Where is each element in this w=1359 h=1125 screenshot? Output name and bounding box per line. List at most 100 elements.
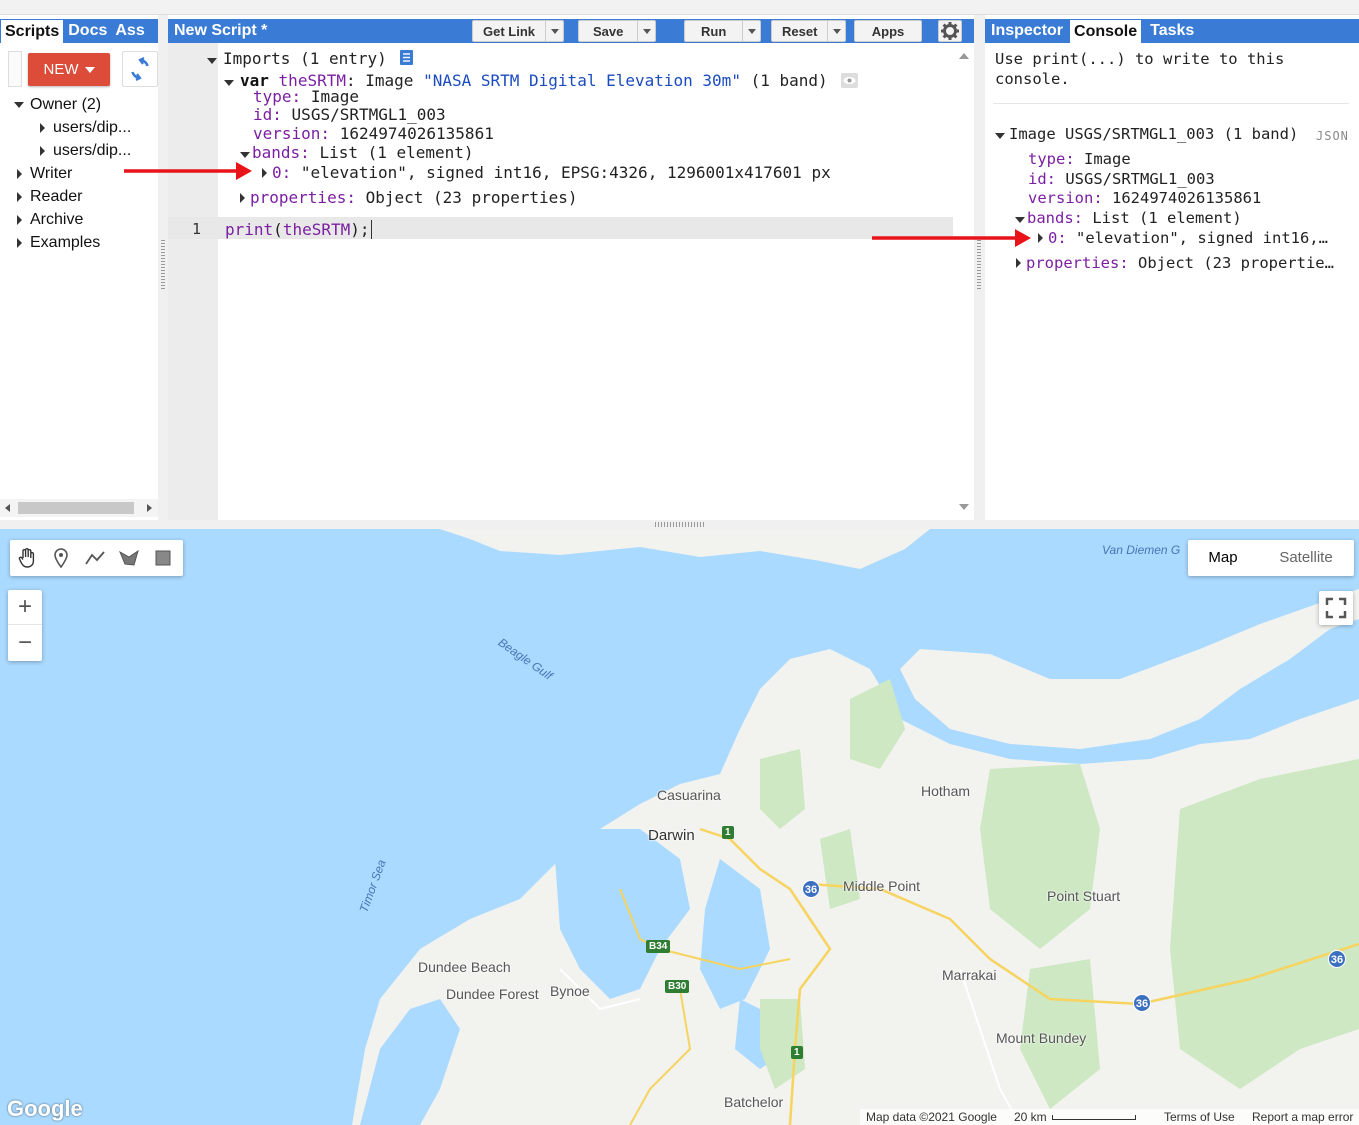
expanded-triangle-icon: [224, 80, 234, 86]
map-splitter[interactable]: [0, 520, 1359, 529]
button-label: Get Link: [483, 23, 536, 39]
scale-label[interactable]: 20 km: [1014, 1109, 1047, 1125]
line-tool[interactable]: [78, 540, 112, 576]
map-data-credit: Map data ©2021 Google: [866, 1110, 997, 1124]
document-icon[interactable]: [400, 50, 414, 65]
save-dropdown[interactable]: [637, 21, 655, 41]
refresh-button[interactable]: [122, 51, 158, 87]
collapsed-triangle-icon: [262, 168, 267, 178]
fullscreen-button[interactable]: [1319, 591, 1353, 625]
gear-icon: [941, 22, 959, 40]
scroll-right-icon[interactable]: [147, 504, 152, 512]
tree-item-examples[interactable]: Examples: [17, 231, 131, 254]
field-value: 1624974026135861: [1112, 189, 1262, 207]
code-line[interactable]: print(theSRTM);: [225, 220, 372, 239]
tab-inspector[interactable]: Inspector: [985, 19, 1069, 43]
zoom-out-button[interactable]: −: [8, 625, 42, 660]
var-band-count: (1 band): [750, 71, 828, 90]
field-key: type:: [1028, 150, 1075, 168]
get-link-button[interactable]: Get Link: [472, 20, 565, 42]
output-properties-row[interactable]: properties: Object (23 propertie…: [1016, 254, 1334, 272]
field-value: "elevation", signed int16,…: [1076, 229, 1328, 247]
get-link-dropdown[interactable]: [545, 21, 563, 41]
field-key: type:: [253, 87, 302, 106]
terms-link[interactable]: Terms of Use: [1164, 1109, 1235, 1125]
eye-icon[interactable]: [841, 73, 859, 88]
rectangle-tool[interactable]: [146, 540, 180, 576]
map-type-satellite[interactable]: Satellite: [1258, 540, 1354, 576]
editor-vertical-scrollbar[interactable]: [953, 43, 974, 520]
scroll-left-icon[interactable]: [5, 504, 10, 512]
caret-down-icon: [550, 28, 559, 34]
code-end: );: [350, 220, 370, 239]
map-view[interactable]: Beagle Gulf Timor Sea Van Diemen G Casua…: [0, 529, 1359, 1125]
google-logo: Google: [7, 1096, 83, 1121]
divider: [993, 103, 1349, 104]
tree-item-writer[interactable]: Writer: [17, 162, 131, 185]
script-tree: Owner (2) users/dip... users/dip... Writ…: [14, 93, 131, 254]
field-value: Image: [310, 87, 359, 106]
import-band0-row[interactable]: 0: "elevation", signed int16, EPSG:4326,…: [262, 163, 831, 182]
scroll-down-icon[interactable]: [959, 504, 969, 510]
output-header[interactable]: Image USGS/SRTMGL1_003 (1 band): [995, 125, 1298, 143]
tree-item-label: Reader: [30, 188, 83, 205]
collapsed-triangle-icon: [17, 191, 22, 202]
run-button[interactable]: Run: [684, 20, 762, 42]
zoom-in-button[interactable]: +: [8, 590, 42, 625]
tree-item-reader[interactable]: Reader: [17, 185, 131, 208]
settings-button[interactable]: [938, 20, 962, 42]
tree-item-repo[interactable]: users/dip...: [40, 139, 131, 162]
run-dropdown[interactable]: [742, 21, 760, 41]
tab-tasks[interactable]: Tasks: [1142, 19, 1202, 43]
save-button[interactable]: Save: [578, 20, 657, 42]
collapsed-triangle-icon: [240, 193, 245, 203]
scroll-up-icon[interactable]: [959, 53, 969, 59]
field-key: bands:: [1027, 209, 1083, 227]
horizontal-scrollbar[interactable]: [0, 499, 158, 517]
zoom-control: + −: [8, 590, 42, 661]
import-properties-row[interactable]: properties: Object (23 properties): [240, 188, 578, 207]
right-splitter[interactable]: [974, 15, 985, 520]
tab-assets[interactable]: Ass: [111, 19, 148, 43]
place-dundee-forest: Dundee Forest: [446, 986, 539, 1002]
hand-icon: [18, 548, 35, 568]
code-editor-panel: New Script * Get Link Save Run Reset App…: [168, 15, 974, 520]
tree-item-owner[interactable]: Owner (2): [14, 93, 131, 116]
script-title[interactable]: New Script *: [174, 19, 267, 43]
reset-button[interactable]: Reset: [771, 20, 847, 42]
json-link[interactable]: JSON: [1316, 129, 1349, 143]
place-mount-bundey: Mount Bundey: [996, 1030, 1087, 1046]
pan-tool[interactable]: [10, 540, 44, 576]
reset-dropdown[interactable]: [827, 21, 845, 41]
caret-down-icon: [747, 28, 756, 34]
grip-icon: [655, 522, 705, 527]
field-key: version:: [1028, 189, 1103, 207]
output-bands-row[interactable]: bands: List (1 element): [1015, 209, 1242, 227]
apps-button[interactable]: Apps: [854, 20, 922, 42]
scale-bar: [1052, 1115, 1136, 1120]
tree-item-repo[interactable]: users/dip...: [40, 116, 131, 139]
polygon-tool[interactable]: [112, 540, 146, 576]
field-value: "elevation", signed int16, EPSG:4326, 12…: [300, 163, 831, 182]
grip-icon: [161, 240, 165, 290]
tree-item-label: Examples: [30, 234, 101, 251]
map-type-map[interactable]: Map: [1188, 540, 1258, 576]
scrollbar-thumb[interactable]: [18, 502, 134, 514]
point-tool[interactable]: [44, 540, 78, 576]
tab-console[interactable]: Console: [1069, 19, 1143, 43]
left-splitter[interactable]: [158, 15, 168, 520]
tab-docs[interactable]: Docs: [64, 19, 111, 43]
collapsed-triangle-icon: [1038, 233, 1043, 243]
imports-header[interactable]: Imports (1 entry): [207, 49, 414, 68]
fullscreen-icon: [1325, 597, 1347, 619]
report-error-link[interactable]: Report a map error: [1252, 1109, 1353, 1125]
import-bands-row[interactable]: bands: List (1 element): [240, 143, 474, 162]
tab-scripts[interactable]: Scripts: [0, 19, 65, 43]
output-band0-row[interactable]: 0: "elevation", signed int16,…: [1038, 229, 1328, 247]
field-key: properties:: [250, 188, 356, 207]
drawing-tools: [10, 540, 183, 576]
editor-toolbar: New Script * Get Link Save Run Reset App…: [168, 19, 974, 43]
tree-item-archive[interactable]: Archive: [17, 208, 131, 231]
new-button[interactable]: NEW: [28, 53, 110, 86]
line-number: 1: [192, 220, 202, 238]
